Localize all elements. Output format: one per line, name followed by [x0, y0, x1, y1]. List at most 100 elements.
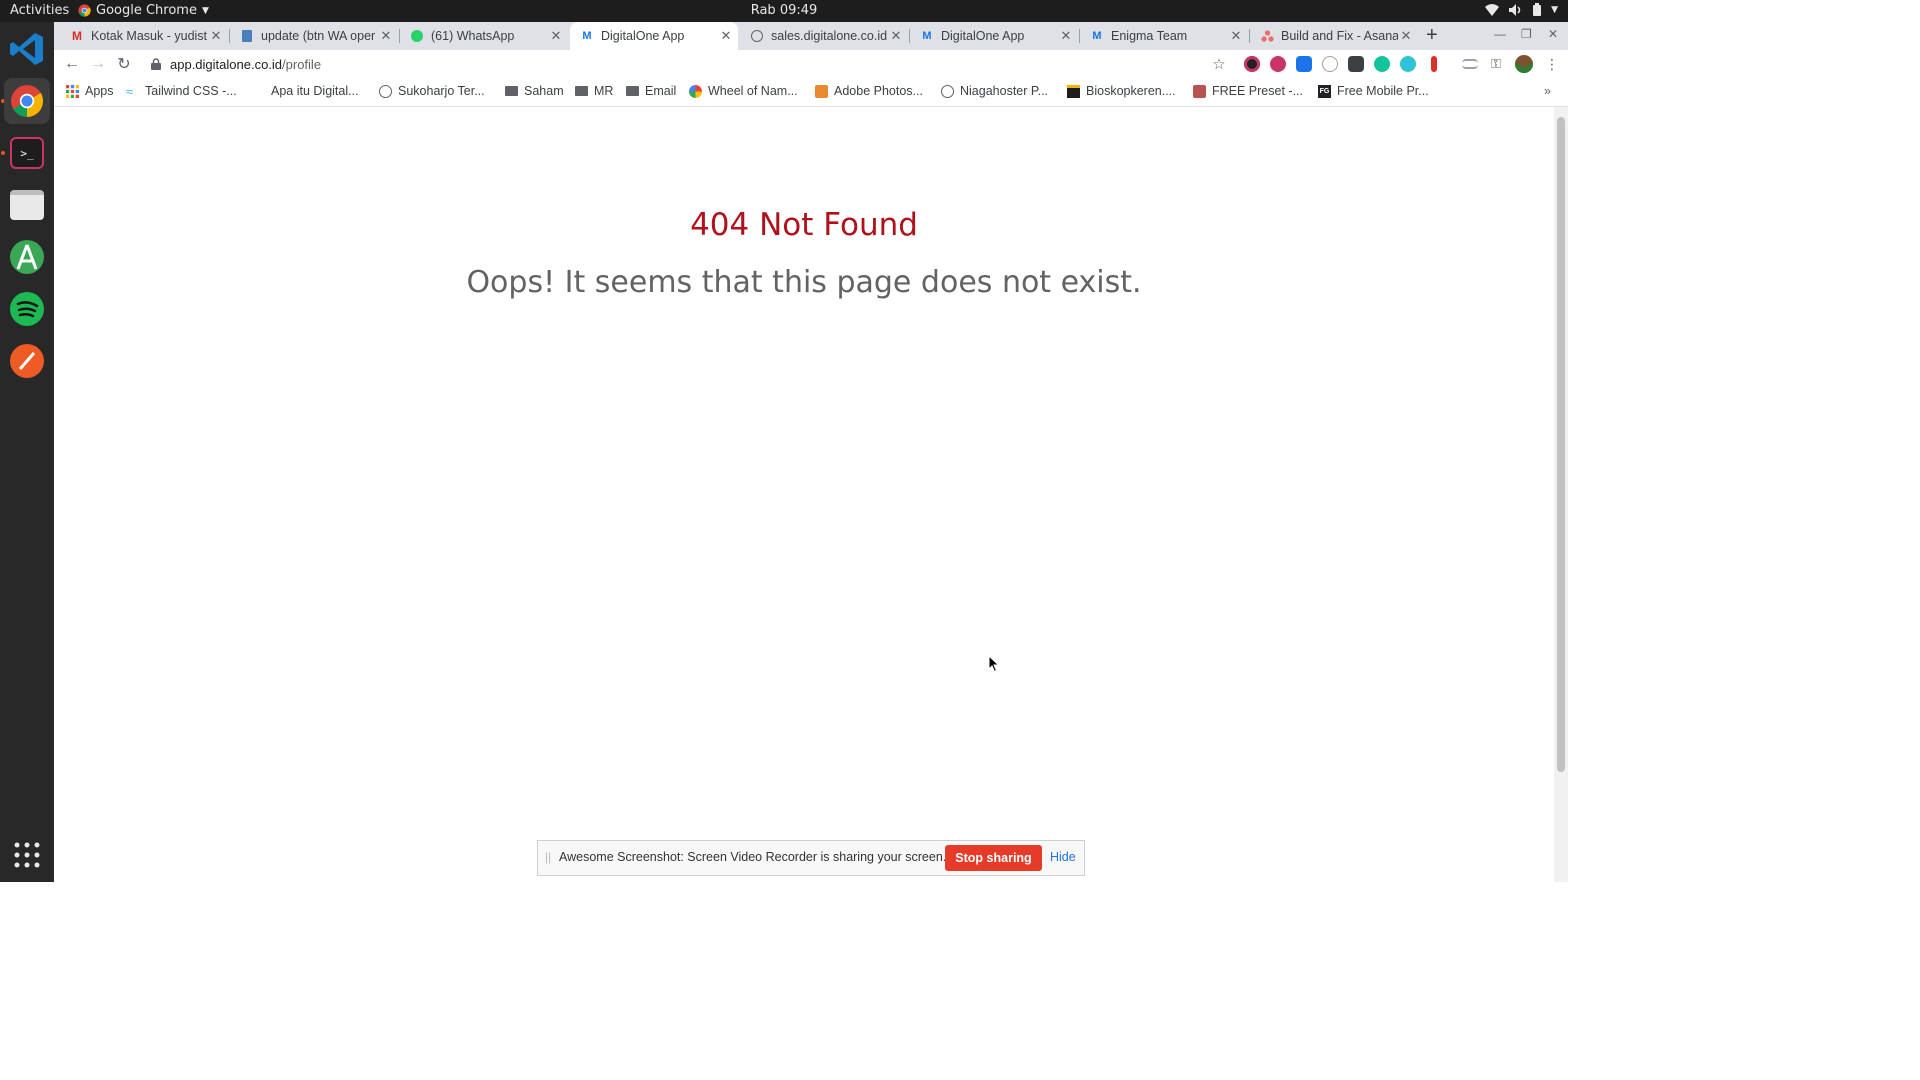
bookmarks-overflow-icon[interactable]: »: [1544, 84, 1551, 98]
bookmark-label: Apa itu Digital...: [271, 84, 359, 98]
tab-digitalone[interactable]: M DigitalOne App ✕: [910, 22, 1078, 50]
stop-sharing-button[interactable]: Stop sharing: [945, 845, 1042, 871]
bookmark-folder-saham[interactable]: Saham: [505, 84, 564, 98]
docs-icon: [240, 29, 254, 43]
bookmark-label: Email: [645, 84, 677, 98]
extension-recorder-icon[interactable]: [1270, 56, 1286, 72]
key-icon[interactable]: ⚿: [1486, 54, 1506, 74]
folder-icon: [505, 86, 518, 96]
bookmark-folder-mr[interactable]: MR: [575, 84, 613, 98]
address-bar[interactable]: app.digitalone.co.id/profile: [142, 52, 1234, 76]
tab-title: Enigma Team: [1111, 29, 1188, 43]
bookmark-label: Bioskopkeren....: [1086, 84, 1176, 98]
extension-grammarly-icon[interactable]: [1374, 56, 1390, 72]
bookmark-adobe-photoshop[interactable]: Adobe Photos...: [815, 84, 923, 98]
close-icon[interactable]: ✕: [548, 28, 564, 44]
tab-title: Kotak Masuk - yudist: [91, 29, 208, 43]
bookmark-sukoharjo[interactable]: Sukoharjo Ter...: [379, 84, 485, 98]
drag-handle-icon[interactable]: ||: [545, 850, 551, 864]
lock-icon: [151, 58, 161, 70]
tab-asana[interactable]: Build and Fix - Asana ✕: [1250, 22, 1418, 50]
close-icon[interactable]: ✕: [208, 28, 224, 44]
new-tab-button[interactable]: +: [1426, 24, 1438, 47]
app-menu[interactable]: Google Chrome ▼: [78, 3, 209, 18]
terminal-icon: >_: [10, 137, 44, 169]
tab-sales-digitalone[interactable]: sales.digitalone.co.id ✕: [740, 22, 908, 50]
extension-react-icon[interactable]: [1400, 56, 1416, 72]
scrollbar-thumb[interactable]: [1557, 117, 1565, 772]
bookmark-star-icon[interactable]: ☆: [1209, 54, 1229, 74]
reading-list-icon[interactable]: [1462, 59, 1478, 69]
close-icon[interactable]: ✕: [888, 28, 904, 44]
app-menu-label: Google Chrome: [96, 3, 197, 18]
forward-icon[interactable]: →: [88, 54, 108, 74]
tab-gmail[interactable]: M Kotak Masuk - yudist ✕: [60, 22, 228, 50]
fg-icon: FG: [1318, 84, 1331, 98]
reload-icon[interactable]: ↻: [114, 54, 134, 74]
extension-awesome-screenshot-icon[interactable]: [1244, 56, 1260, 72]
avatar[interactable]: [1515, 55, 1533, 73]
dock-terminal[interactable]: >_: [4, 130, 50, 176]
files-icon: [10, 190, 44, 220]
globe-icon: [379, 84, 392, 98]
close-icon[interactable]: ✕: [378, 28, 394, 44]
dock-show-apps[interactable]: [4, 832, 50, 878]
spotify-icon: [10, 292, 44, 326]
bookmark-label: Free Mobile Pr...: [1337, 84, 1429, 98]
film-icon: [1067, 84, 1080, 98]
tab-enigma-team[interactable]: M Enigma Team ✕: [1080, 22, 1248, 50]
more-menu-icon[interactable]: ⋮: [1542, 54, 1562, 74]
system-top-bar: Activities Google Chrome ▼ Rab 09:49 ▼: [0, 0, 1568, 22]
scrollbar[interactable]: [1554, 107, 1568, 882]
bookmark-label: Adobe Photos...: [834, 84, 923, 98]
maximize-icon[interactable]: ❐: [1521, 27, 1532, 41]
bookmark-apa-itu-digital[interactable]: Apa itu Digital...: [252, 84, 359, 98]
folder-icon: [575, 86, 588, 96]
tab-digitalone-active[interactable]: M DigitalOne App ✕: [570, 22, 738, 50]
tab-title: update (btn WA oper: [261, 29, 376, 43]
minimize-icon[interactable]: —: [1494, 27, 1506, 41]
extension-blue-icon[interactable]: [1296, 56, 1312, 72]
bookmark-bioskopkeren[interactable]: Bioskopkeren....: [1067, 84, 1176, 98]
close-icon[interactable]: ✕: [1228, 28, 1244, 44]
bookmark-niagahoster[interactable]: Niagahoster P...: [941, 84, 1048, 98]
back-icon[interactable]: ←: [62, 54, 82, 74]
volume-icon: [1509, 3, 1521, 16]
clock[interactable]: Rab 09:49: [751, 3, 818, 18]
extension-red-icon[interactable]: [1431, 56, 1437, 72]
close-window-icon[interactable]: ✕: [1548, 27, 1558, 41]
close-icon[interactable]: ✕: [718, 28, 734, 44]
dock: >_: [0, 22, 54, 882]
bookmark-wheel-of-names[interactable]: Wheel of Nam...: [689, 84, 798, 98]
bookmark-tailwind[interactable]: ≈ Tailwind CSS -...: [126, 84, 237, 98]
hide-link[interactable]: Hide: [1050, 850, 1076, 864]
dock-postman[interactable]: [4, 338, 50, 384]
extension-dark-icon[interactable]: [1348, 56, 1364, 72]
dock-files[interactable]: [4, 182, 50, 228]
bookmark-free-preset[interactable]: FREE Preset -...: [1193, 84, 1303, 98]
bookmark-folder-email[interactable]: Email: [626, 84, 676, 98]
dock-android-studio[interactable]: [4, 234, 50, 280]
chrome-icon: [78, 4, 91, 17]
bookmark-apps[interactable]: Apps: [66, 84, 114, 98]
tab-docs[interactable]: update (btn WA oper ✕: [230, 22, 398, 50]
apps-grid-icon: [66, 84, 79, 98]
tab-title: DigitalOne App: [601, 29, 685, 43]
url-host: app.digitalone.co.id: [170, 56, 283, 72]
activities-button[interactable]: Activities: [10, 3, 69, 18]
dock-spotify[interactable]: [4, 286, 50, 332]
whatsapp-icon: [410, 29, 424, 43]
bookmark-free-mobile[interactable]: FG Free Mobile Pr...: [1318, 84, 1429, 98]
tab-title: Build and Fix - Asana: [1281, 29, 1398, 43]
app-grid-icon: [14, 842, 40, 868]
dock-vscode[interactable]: [4, 26, 50, 72]
close-icon[interactable]: ✕: [1398, 28, 1414, 44]
globe-icon: [750, 29, 764, 43]
extension-link-icon[interactable]: [1322, 56, 1338, 72]
asana-icon: [1260, 29, 1274, 43]
dock-chrome[interactable]: [4, 78, 50, 124]
bookmark-label: MR: [594, 84, 614, 98]
tab-whatsapp[interactable]: (61) WhatsApp ✕: [400, 22, 568, 50]
system-tray[interactable]: ▼: [1485, 3, 1558, 16]
close-icon[interactable]: ✕: [1058, 28, 1074, 44]
